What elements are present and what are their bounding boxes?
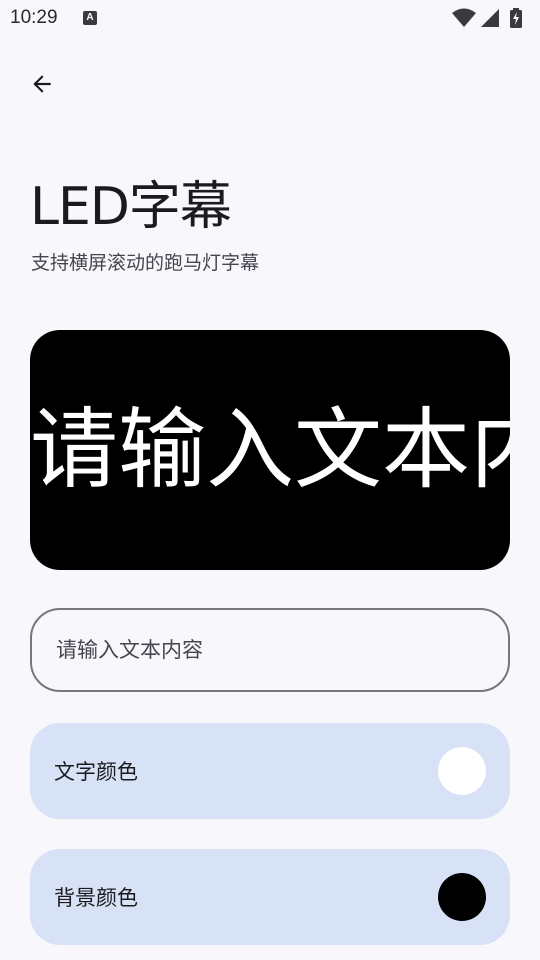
status-time: 10:29 bbox=[10, 7, 58, 28]
battery-charging-icon bbox=[510, 8, 522, 28]
bg-color-label: 背景颜色 bbox=[54, 886, 138, 910]
led-preview[interactable]: 请输入文本内容 bbox=[30, 330, 510, 570]
wifi-icon bbox=[452, 8, 476, 27]
page-title: LED字幕 bbox=[30, 177, 232, 237]
notification-icon: A bbox=[83, 11, 97, 25]
status-bar: 10:29 A bbox=[0, 0, 540, 36]
arrow-left-icon bbox=[33, 75, 51, 93]
cellular-signal-icon bbox=[481, 9, 499, 27]
text-color-label: 文字颜色 bbox=[54, 760, 138, 784]
back-button[interactable] bbox=[22, 64, 62, 104]
page-subtitle: 支持横屏滚动的跑马灯字幕 bbox=[31, 252, 260, 274]
text-color-swatch[interactable] bbox=[438, 747, 486, 795]
led-marquee-text: 请输入文本内容 bbox=[30, 398, 510, 501]
text-input[interactable] bbox=[32, 610, 508, 690]
bg-color-swatch[interactable] bbox=[438, 873, 486, 921]
text-color-row[interactable]: 文字颜色 bbox=[30, 723, 510, 819]
bg-color-row[interactable]: 背景颜色 bbox=[30, 849, 510, 945]
text-input-container[interactable] bbox=[30, 608, 510, 692]
